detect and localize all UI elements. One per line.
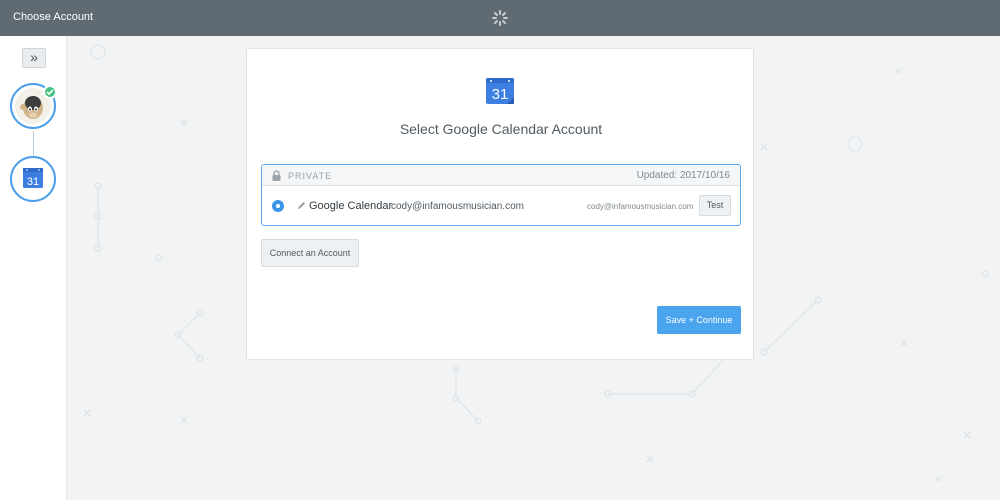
account-group-header: PRIVATE Updated: 2017/10/16 — [262, 165, 740, 186]
google-calendar-icon: 31 — [23, 168, 43, 188]
account-email: cody@infamousmusician.com — [391, 201, 524, 212]
account-group-label: PRIVATE — [288, 171, 333, 181]
account-group: PRIVATE Updated: 2017/10/16 Google Calen… — [261, 164, 741, 226]
gear-spinner-icon — [492, 10, 508, 26]
calendar-day-number: 31 — [492, 86, 509, 103]
page-title: Choose Account — [13, 11, 94, 23]
test-account-button[interactable]: Test — [699, 195, 731, 216]
account-name: Google Calendar — [309, 200, 393, 212]
pencil-icon[interactable] — [297, 201, 306, 210]
step-complete-check-icon — [43, 85, 57, 99]
account-email-secondary: cody@infamousmusician.com — [587, 202, 694, 211]
step-google-calendar[interactable]: 31 — [10, 156, 56, 202]
updated-timestamp: Updated: 2017/10/16 — [637, 170, 730, 181]
google-calendar-icon: 31 — [486, 78, 514, 104]
sidebar: » 31 — [0, 36, 67, 500]
calendar-day-number: 31 — [27, 176, 39, 188]
double-chevron-right-icon: » — [30, 49, 38, 65]
account-radio-selected[interactable] — [272, 200, 284, 212]
select-account-card: 31 Select Google Calendar Account PRIVAT… — [246, 48, 754, 360]
updated-date: 2017/10/16 — [679, 170, 730, 181]
expand-sidebar-button[interactable]: » — [22, 48, 46, 68]
step-connector — [33, 131, 34, 156]
updated-label: Updated: — [636, 170, 678, 181]
save-continue-button[interactable]: Save + Continue — [657, 306, 741, 334]
lock-icon — [272, 170, 281, 181]
card-title: Select Google Calendar Account — [399, 121, 603, 137]
radio-dot — [276, 204, 280, 208]
account-row[interactable]: Google Calendar cody@infamousmusician.co… — [262, 187, 740, 225]
connect-account-button[interactable]: Connect an Account — [261, 239, 359, 267]
top-bar: Choose Account — [0, 0, 1000, 36]
